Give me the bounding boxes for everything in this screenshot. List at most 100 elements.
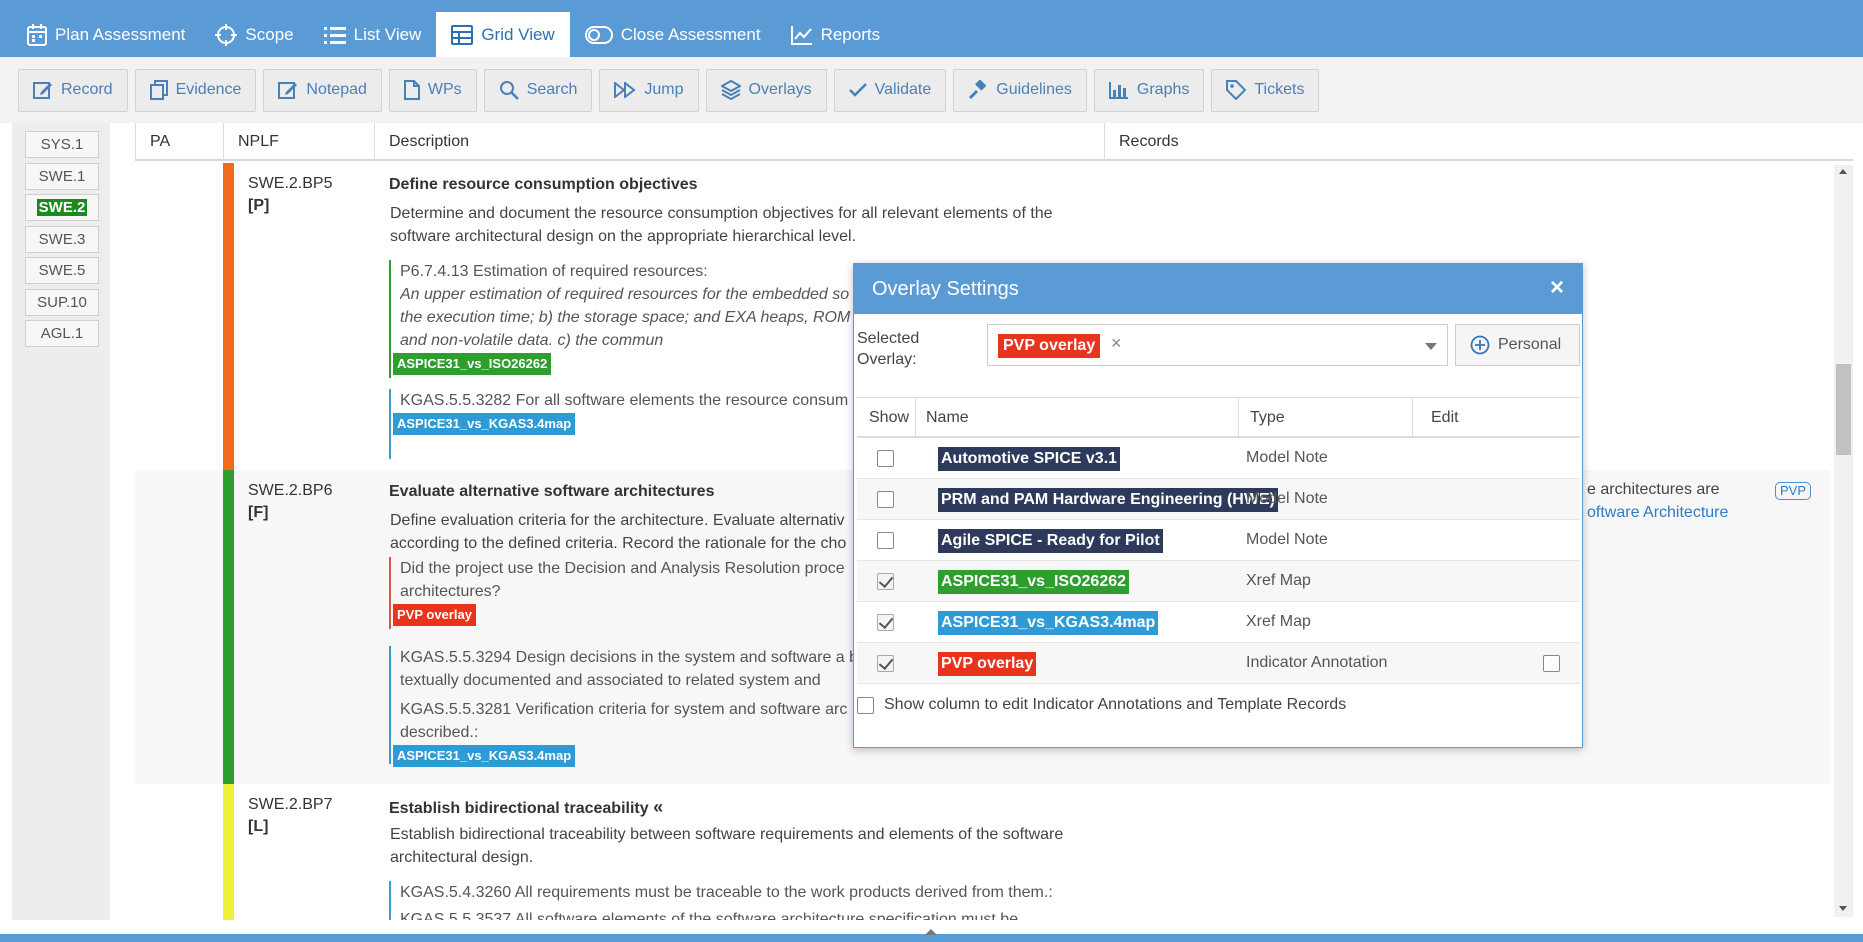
search-icon bbox=[499, 81, 519, 100]
bp-title: Evaluate alternative software architectu… bbox=[389, 483, 715, 500]
overlay-tag[interactable]: PVP overlay bbox=[393, 604, 476, 626]
tickets-button[interactable]: Tickets bbox=[1211, 68, 1320, 112]
overlay-name: Agile SPICE - Ready for Pilot bbox=[938, 529, 1163, 553]
show-checkbox[interactable] bbox=[877, 614, 894, 631]
tab-plan-assessment[interactable]: Plan Assessment bbox=[12, 12, 200, 57]
jump-button[interactable]: Jump bbox=[599, 68, 699, 112]
show-column-option[interactable]: Show column to edit Indicator Annotation… bbox=[857, 696, 1346, 714]
sidebar-item-swe2[interactable]: SWE.2 bbox=[25, 194, 99, 221]
validate-label: Validate bbox=[874, 81, 932, 98]
dialog-title: Overlay Settings bbox=[872, 277, 1019, 300]
rating: F bbox=[253, 504, 264, 521]
tab-close-assessment[interactable]: Close Assessment bbox=[570, 12, 776, 57]
edit-icon bbox=[33, 82, 52, 99]
overlay-tag[interactable]: ASPICE31_vs_ISO26262 bbox=[393, 353, 552, 375]
table-row[interactable]: SWE.2.BP7 [L] Establish bidirectional tra… bbox=[135, 784, 1830, 920]
show-checkbox[interactable] bbox=[877, 491, 894, 508]
tab-label: Plan Assessment bbox=[55, 24, 186, 44]
chevron-down-icon[interactable] bbox=[1425, 343, 1437, 350]
pvp-badge[interactable]: PVP bbox=[1775, 482, 1812, 500]
overlay-type: Model Note bbox=[1246, 449, 1328, 466]
tab-reports[interactable]: Reports bbox=[776, 12, 896, 57]
evidence-button[interactable]: Evidence bbox=[134, 68, 257, 112]
overlay-tag[interactable]: ASPICE31_vs_KGAS3.4map bbox=[393, 413, 576, 435]
forward-icon bbox=[614, 82, 637, 98]
dialog-header: Overlay Settings × bbox=[854, 264, 1582, 314]
remove-icon[interactable]: × bbox=[1111, 333, 1122, 354]
column-nplf[interactable]: NPLF bbox=[223, 123, 374, 161]
tab-scope[interactable]: Scope bbox=[200, 12, 308, 57]
show-column-checkbox[interactable] bbox=[857, 696, 874, 714]
personal-button[interactable]: Personal bbox=[1455, 324, 1580, 366]
overlay-row: PRM and PAM Hardware Engineering (HWE) M… bbox=[857, 479, 1580, 520]
edit-checkbox[interactable] bbox=[1543, 655, 1560, 672]
column-pa[interactable]: PA bbox=[135, 123, 223, 161]
column-label: Description bbox=[389, 133, 470, 150]
column-edit: Edit bbox=[1431, 409, 1459, 426]
overlays-button[interactable]: Overlays bbox=[705, 68, 827, 112]
search-button[interactable]: Search bbox=[483, 68, 593, 112]
graphs-button[interactable]: Graphs bbox=[1093, 68, 1205, 112]
collapse-icon[interactable]: « bbox=[653, 797, 663, 817]
rating: L bbox=[253, 818, 264, 835]
column-description[interactable]: Description bbox=[374, 123, 1104, 161]
bar-chart-icon bbox=[1108, 82, 1128, 99]
expand-up-icon[interactable] bbox=[925, 929, 937, 935]
notepad-button[interactable]: Notepad bbox=[263, 68, 382, 112]
scroll-thumb[interactable] bbox=[1836, 364, 1851, 455]
tab-list-view[interactable]: List View bbox=[309, 12, 437, 57]
overlay-name: ASPICE31_vs_KGAS3.4map bbox=[938, 611, 1159, 635]
sidebar-item-sys1[interactable]: SYS.1 bbox=[25, 131, 99, 158]
sidebar-item-swe1[interactable]: SWE.1 bbox=[25, 163, 99, 190]
selected-overlay-select[interactable]: PVP overlay × bbox=[987, 324, 1448, 366]
bp-description: Establish bidirectional traceability bet… bbox=[390, 826, 1064, 866]
guidelines-button[interactable]: Guidelines bbox=[953, 68, 1087, 112]
toggle-icon bbox=[584, 25, 613, 44]
sidebar-item-swe3[interactable]: SWE.3 bbox=[25, 226, 99, 253]
overlay-row: Agile SPICE - Ready for Pilot Model Note bbox=[857, 520, 1580, 561]
overlay-name: Automotive SPICE v3.1 bbox=[938, 447, 1121, 471]
wps-button[interactable]: WPs bbox=[388, 68, 477, 112]
record-button[interactable]: Record bbox=[18, 68, 128, 112]
sidebar-item-swe5[interactable]: SWE.5 bbox=[25, 257, 99, 284]
bp-description: Define evaluation criteria for the archi… bbox=[390, 512, 847, 552]
show-checkbox[interactable] bbox=[877, 573, 894, 590]
overlay-name: PVP overlay bbox=[938, 652, 1037, 676]
grid-scrollbar[interactable] bbox=[1834, 165, 1853, 917]
sidebar-item-sup10[interactable]: SUP.10 bbox=[25, 289, 99, 316]
bottom-bar bbox=[0, 929, 1863, 942]
jump-label: Jump bbox=[644, 81, 684, 98]
calendar-icon bbox=[27, 23, 47, 46]
show-checkbox[interactable] bbox=[877, 532, 894, 549]
sidebar-item-agl1[interactable]: AGL.1 bbox=[25, 320, 99, 347]
overlay-table: Show Name Type Edit Automotive SPICE v3.… bbox=[857, 397, 1580, 684]
sidebar-item-label: SWE.3 bbox=[38, 231, 86, 248]
record-label: Record bbox=[61, 81, 113, 98]
show-checkbox[interactable] bbox=[877, 655, 894, 672]
overlay-type: Indicator Annotation bbox=[1246, 654, 1388, 671]
note-text: KGAS.5.4.3260 All requirements must be t… bbox=[400, 884, 1053, 901]
scroll-up-icon[interactable] bbox=[1839, 169, 1847, 174]
overlay-type: Xref Map bbox=[1246, 572, 1311, 589]
bp-title: Establish bidirectional traceability « bbox=[389, 797, 664, 817]
overlay-tag[interactable]: ASPICE31_vs_KGAS3.4map bbox=[393, 745, 576, 767]
plus-circle-icon bbox=[1470, 335, 1490, 355]
crosshair-icon bbox=[215, 23, 238, 46]
sidebar-item-label: SWE.5 bbox=[38, 262, 86, 279]
record-link[interactable]: oftware Architecture bbox=[1587, 501, 1728, 524]
column-name: Name bbox=[926, 409, 969, 426]
column-show: Show bbox=[869, 409, 910, 426]
top-navigation: Plan Assessment Scope List View Grid Vie… bbox=[0, 0, 1863, 57]
column-records[interactable]: Records bbox=[1104, 123, 1853, 161]
column-label: PA bbox=[150, 133, 171, 150]
column-type: Type bbox=[1250, 409, 1285, 426]
column-label: Records bbox=[1119, 133, 1179, 150]
edit-icon bbox=[278, 82, 298, 99]
scroll-down-icon[interactable] bbox=[1839, 906, 1847, 911]
show-checkbox[interactable] bbox=[877, 450, 894, 467]
close-icon[interactable]: × bbox=[1550, 276, 1564, 300]
note-text: Did the project use the Decision and Ana… bbox=[400, 560, 845, 600]
validate-button[interactable]: Validate bbox=[833, 68, 947, 112]
tab-grid-view[interactable]: Grid View bbox=[436, 12, 570, 57]
tag-icon bbox=[1226, 80, 1247, 100]
